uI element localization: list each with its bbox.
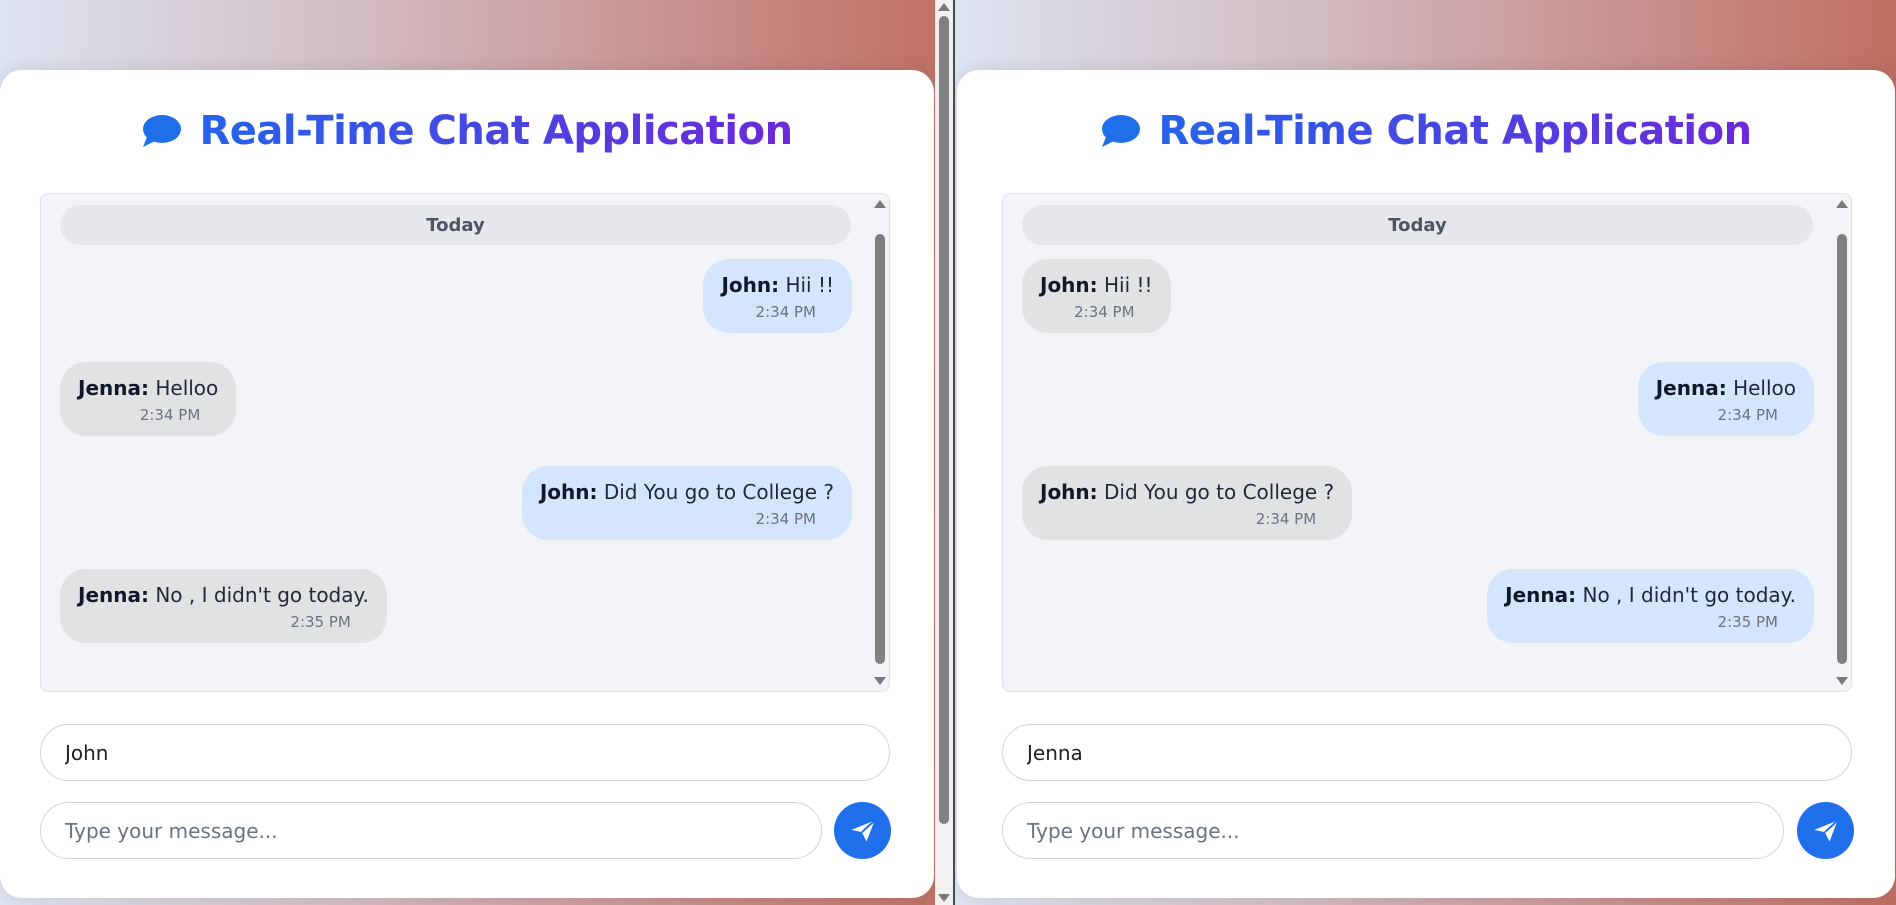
- app-header: Real-Time Chat Application: [0, 106, 934, 156]
- scroll-down-arrow-icon[interactable]: [1836, 677, 1848, 685]
- message-sender: Jenna:: [78, 583, 149, 607]
- message-bubble: Jenna: No , I didn't go today. 2:35 PM: [60, 569, 387, 643]
- message-time: 2:34 PM: [1074, 303, 1135, 321]
- app-header: Real-Time Chat Application: [957, 106, 1895, 156]
- message-bubble: Jenna: Helloo 2:34 PM: [1637, 362, 1814, 436]
- message-time: 2:34 PM: [139, 406, 201, 424]
- message-time: 2:34 PM: [755, 303, 816, 321]
- scroll-up-arrow-icon[interactable]: [938, 3, 950, 11]
- message-list[interactable]: Today John: Hii !! 2:34 PM Jenna: Helloo…: [1002, 193, 1852, 692]
- message-sender: John:: [1040, 480, 1098, 504]
- message-input[interactable]: [1002, 802, 1784, 859]
- message-time: 2:34 PM: [1717, 406, 1778, 424]
- message-text: Helloo: [1733, 376, 1796, 400]
- chat-window-jenna: Real-Time Chat Application Today John: H…: [955, 0, 1896, 905]
- message-time: 2:35 PM: [1717, 613, 1778, 631]
- message-text: No , I didn't go today.: [1582, 583, 1796, 607]
- scroll-down-arrow-icon[interactable]: [874, 677, 886, 685]
- date-divider: Today: [1022, 205, 1813, 245]
- message-bubble: John: Did You go to College ? 2:34 PM: [1022, 466, 1353, 540]
- message-text: Did You go to College ?: [1104, 480, 1335, 504]
- message-bubble: Jenna: No , I didn't go today. 2:35 PM: [1487, 569, 1814, 643]
- username-input[interactable]: [40, 724, 890, 781]
- message-sender: John:: [721, 273, 780, 297]
- message-text: Did You go to College ?: [603, 480, 834, 504]
- scrollbar-thumb[interactable]: [1837, 234, 1847, 664]
- scroll-up-arrow-icon[interactable]: [874, 200, 886, 208]
- message-sender: John:: [539, 480, 598, 504]
- message-list-scrollbar[interactable]: [1833, 194, 1851, 691]
- message-text: Hii !!: [785, 273, 834, 297]
- message-bubble: John: Hii !! 2:34 PM: [1022, 259, 1171, 333]
- message-text: Helloo: [155, 376, 219, 400]
- send-button[interactable]: [1797, 802, 1854, 859]
- message-time: 2:35 PM: [290, 613, 351, 631]
- chat-window-john: Real-Time Chat Application Today John: H…: [0, 0, 953, 905]
- message-sender: John:: [1040, 273, 1098, 297]
- message-list[interactable]: Today John: Hii !! 2:34 PM Jenna: Helloo…: [40, 193, 890, 692]
- chat-bubble-icon: [143, 115, 182, 147]
- message-text: Hii !!: [1104, 273, 1153, 297]
- username-input[interactable]: [1002, 724, 1852, 781]
- page-title: Real-Time Chat Application: [199, 108, 793, 154]
- message-sender: Jenna:: [1655, 376, 1727, 400]
- date-divider: Today: [60, 205, 851, 245]
- message-bubble: John: Did You go to College ? 2:34 PM: [521, 466, 852, 540]
- send-paper-plane-icon: [1813, 819, 1838, 841]
- message-sender: Jenna:: [1505, 583, 1577, 607]
- chat-card: Real-Time Chat Application Today John: H…: [0, 70, 934, 898]
- scrollbar-thumb[interactable]: [875, 234, 885, 664]
- window-scrollbar[interactable]: [935, 0, 953, 905]
- chat-card: Real-Time Chat Application Today John: H…: [957, 70, 1895, 898]
- chat-bubble-icon: [1102, 115, 1141, 147]
- scroll-up-arrow-icon[interactable]: [1836, 200, 1848, 208]
- message-bubble: Jenna: Helloo 2:34 PM: [60, 362, 237, 436]
- scroll-down-arrow-icon[interactable]: [938, 894, 950, 902]
- message-time: 2:34 PM: [755, 510, 816, 528]
- send-button[interactable]: [834, 802, 891, 859]
- scrollbar-thumb[interactable]: [939, 16, 949, 824]
- message-list-scrollbar[interactable]: [871, 194, 889, 691]
- page-title: Real-Time Chat Application: [1158, 108, 1752, 154]
- message-bubble: John: Hii !! 2:34 PM: [703, 259, 852, 333]
- message-time: 2:34 PM: [1255, 510, 1317, 528]
- message-input[interactable]: [40, 802, 822, 859]
- message-sender: Jenna:: [78, 376, 149, 400]
- message-text: No , I didn't go today.: [155, 583, 369, 607]
- send-paper-plane-icon: [850, 819, 875, 841]
